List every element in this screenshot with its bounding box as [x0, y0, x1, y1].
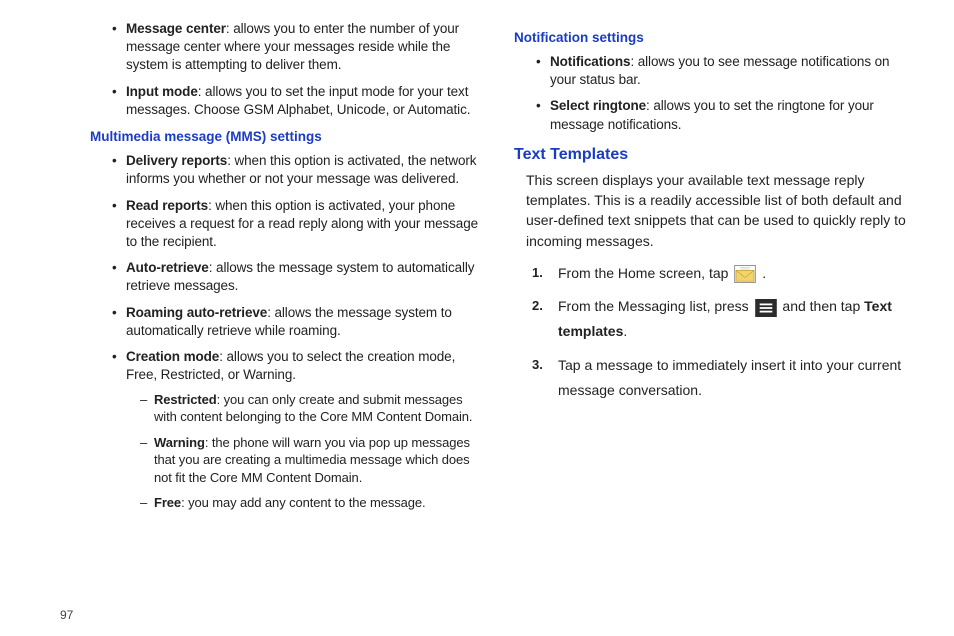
- sub-warning: Warning: the phone will warn you via pop…: [142, 434, 486, 487]
- sub-free: Free: you may add any content to the mes…: [142, 494, 486, 512]
- sub-restricted: Restricted: you can only create and subm…: [142, 391, 486, 426]
- step1-post: .: [762, 265, 766, 281]
- bullet-message-center: Message center: allows you to enter the …: [114, 20, 486, 75]
- mms-heading: Multimedia message (MMS) settings: [90, 129, 486, 144]
- text-templates-intro: This screen displays your available text…: [526, 170, 910, 251]
- step-1: From the Home screen, tap .: [538, 261, 910, 286]
- messaging-envelope-icon: [734, 265, 756, 283]
- step2-mid: and then tap: [782, 298, 864, 314]
- bullet-roaming-auto-retrieve: Roaming auto-retrieve: allows the messag…: [114, 304, 486, 340]
- bullet-notifications: Notifications: allows you to see message…: [538, 53, 910, 89]
- step1-pre: From the Home screen, tap: [558, 265, 732, 281]
- step-2: From the Messaging list, press and then …: [538, 294, 910, 344]
- bullet-select-ringtone: Select ringtone: allows you to set the r…: [538, 97, 910, 133]
- page-number: 97: [60, 608, 73, 622]
- step2-post: .: [623, 323, 627, 339]
- step-3: Tap a message to immediately insert it i…: [538, 353, 910, 403]
- mms-bullets: Delivery reports: when this option is ac…: [114, 152, 486, 512]
- text-templates-heading: Text Templates: [514, 146, 910, 164]
- bullet-delivery-reports: Delivery reports: when this option is ac…: [114, 152, 486, 188]
- bullet-read-reports: Read reports: when this option is activa…: [114, 197, 486, 252]
- step2-pre: From the Messaging list, press: [558, 298, 753, 314]
- menu-key-icon: [755, 299, 777, 317]
- text-templates-steps: From the Home screen, tap . From the Mes…: [538, 261, 910, 403]
- notification-heading: Notification settings: [514, 30, 910, 45]
- left-top-bullets: Message center: allows you to enter the …: [114, 20, 486, 119]
- bullet-auto-retrieve: Auto-retrieve: allows the message system…: [114, 259, 486, 295]
- creation-mode-sublist: Restricted: you can only create and subm…: [142, 391, 486, 512]
- notification-bullets: Notifications: allows you to see message…: [538, 53, 910, 134]
- bullet-creation-mode: Creation mode: allows you to select the …: [114, 348, 486, 512]
- bullet-input-mode: Input mode: allows you to set the input …: [114, 83, 486, 119]
